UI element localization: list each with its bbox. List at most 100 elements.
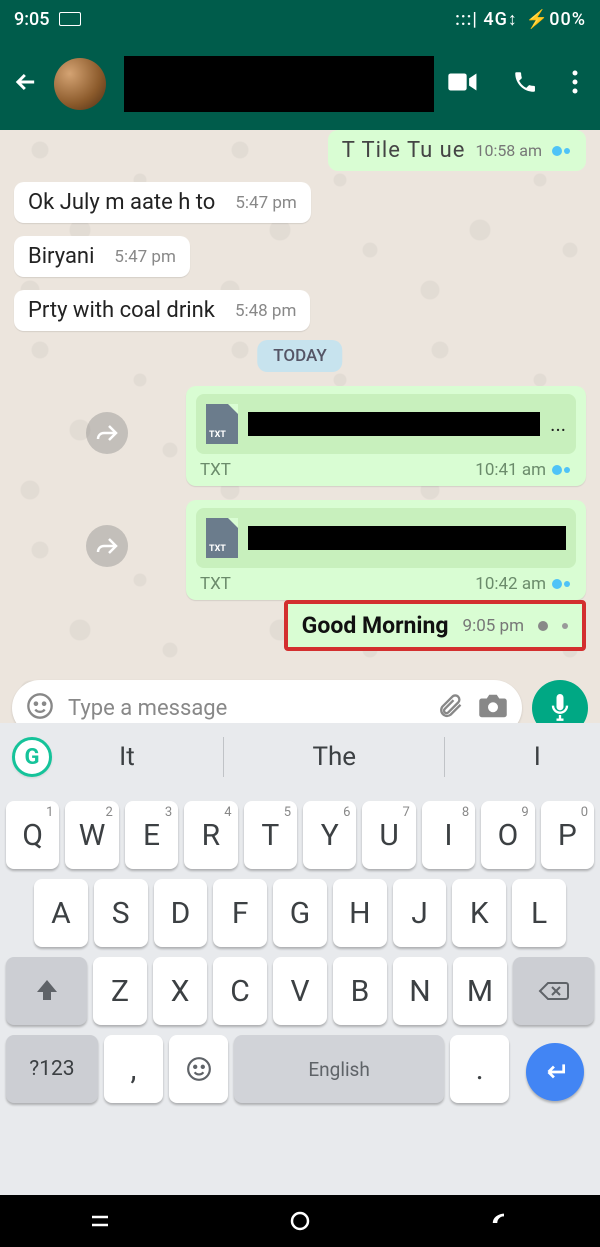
message-time: 5:47 pm bbox=[114, 247, 175, 267]
key-t[interactable]: T5 bbox=[244, 801, 297, 869]
voice-record-button[interactable] bbox=[532, 680, 588, 723]
key-n[interactable]: N bbox=[393, 957, 447, 1025]
message-text: Biryani bbox=[28, 244, 94, 269]
recent-apps-button[interactable] bbox=[86, 1207, 114, 1235]
outgoing-message[interactable]: T Tile Tu ue 10:58 am bbox=[328, 130, 586, 171]
read-receipt-icon bbox=[552, 465, 572, 475]
status-time: 9:05 bbox=[14, 9, 49, 30]
key-i[interactable]: I8 bbox=[422, 801, 475, 869]
separator bbox=[223, 737, 224, 777]
document-name bbox=[248, 412, 540, 436]
separator bbox=[444, 737, 445, 777]
forward-button[interactable] bbox=[86, 525, 128, 567]
key-m[interactable]: M bbox=[453, 957, 507, 1025]
document-message[interactable]: ... TXT 10:41 am bbox=[186, 386, 586, 486]
sent-tick-icon bbox=[538, 621, 548, 631]
video-call-button[interactable] bbox=[448, 71, 478, 97]
key-d[interactable]: D bbox=[154, 879, 208, 947]
key-v[interactable]: V bbox=[273, 957, 327, 1025]
numbers-key[interactable]: ?123 bbox=[6, 1035, 98, 1103]
navigation-bar bbox=[0, 1195, 600, 1247]
voice-call-button[interactable] bbox=[512, 69, 538, 99]
key-c[interactable]: C bbox=[213, 957, 267, 1025]
key-l[interactable]: L bbox=[512, 879, 566, 947]
key-p[interactable]: P0 bbox=[541, 801, 594, 869]
suggestion[interactable]: The bbox=[282, 742, 386, 772]
chat-header bbox=[0, 38, 600, 130]
home-button[interactable] bbox=[286, 1207, 314, 1235]
input-placeholder: Type a message bbox=[68, 696, 422, 721]
highlighted-outgoing-message[interactable]: Good Morning 9:05 pm bbox=[284, 600, 586, 651]
key-row-bottom: ?123 , English . bbox=[0, 1025, 600, 1113]
key-row-3: ZXCVBNM bbox=[0, 947, 600, 1025]
contact-name[interactable] bbox=[124, 56, 434, 112]
message-time: 9:05 pm bbox=[463, 616, 524, 636]
document-name bbox=[248, 526, 566, 550]
document-ellipsis: ... bbox=[550, 412, 566, 436]
key-y[interactable]: Y6 bbox=[303, 801, 356, 869]
document-message[interactable]: TXT 10:42 am bbox=[186, 500, 586, 600]
date-separator: TODAY bbox=[257, 340, 342, 372]
message-text: Ok July m aate h to bbox=[28, 190, 215, 215]
status-network: :::| 4G↕ bbox=[455, 9, 518, 30]
key-e[interactable]: E3 bbox=[125, 801, 178, 869]
key-z[interactable]: Z bbox=[93, 957, 147, 1025]
message-time: 10:58 am bbox=[475, 141, 542, 160]
message-time: 10:42 am bbox=[475, 574, 546, 594]
back-button[interactable] bbox=[12, 68, 40, 100]
chat-area[interactable]: T Tile Tu ue 10:58 am Ok July m aate h t… bbox=[0, 130, 600, 723]
txt-file-icon bbox=[206, 518, 238, 558]
incoming-message[interactable]: Ok July m aate h to 5:47 pm bbox=[14, 182, 311, 223]
emoji-button[interactable] bbox=[26, 692, 54, 723]
more-options-button[interactable] bbox=[572, 70, 578, 98]
enter-key[interactable] bbox=[526, 1043, 584, 1101]
attach-button[interactable] bbox=[436, 692, 464, 723]
comma-key[interactable]: , bbox=[104, 1035, 163, 1103]
message-input-bar: Type a message bbox=[12, 680, 588, 723]
key-o[interactable]: O9 bbox=[481, 801, 534, 869]
message-time: 5:47 pm bbox=[235, 193, 296, 213]
key-row-1: Q1W2E3R4T5Y6U7I8O9P0 bbox=[0, 791, 600, 869]
key-j[interactable]: J bbox=[393, 879, 447, 947]
txt-file-icon bbox=[206, 404, 238, 444]
key-b[interactable]: B bbox=[333, 957, 387, 1025]
key-g[interactable]: G bbox=[273, 879, 327, 947]
space-key[interactable]: English bbox=[234, 1035, 444, 1103]
message-input[interactable]: Type a message bbox=[12, 680, 522, 723]
document-type: TXT bbox=[200, 460, 231, 480]
key-row-2: ASDFGHJKL bbox=[0, 869, 600, 947]
message-time: 10:41 am bbox=[475, 460, 546, 480]
backspace-key[interactable] bbox=[513, 957, 594, 1025]
key-a[interactable]: A bbox=[34, 879, 88, 947]
message-text: Prty with coal drink bbox=[28, 298, 215, 323]
contact-avatar[interactable] bbox=[54, 58, 106, 110]
period-key[interactable]: . bbox=[450, 1035, 509, 1103]
key-q[interactable]: Q1 bbox=[6, 801, 59, 869]
incoming-message[interactable]: Prty with coal drink 5:48 pm bbox=[14, 290, 310, 331]
key-u[interactable]: U7 bbox=[362, 801, 415, 869]
sent-tick-icon bbox=[562, 623, 568, 629]
key-r[interactable]: R4 bbox=[184, 801, 237, 869]
message-text: T Tile Tu ue bbox=[342, 138, 466, 163]
emoji-key[interactable] bbox=[169, 1035, 228, 1103]
key-s[interactable]: S bbox=[94, 879, 148, 947]
grammarly-icon[interactable]: G bbox=[12, 737, 52, 777]
camera-button[interactable] bbox=[478, 693, 508, 723]
forward-button[interactable] bbox=[86, 412, 128, 454]
suggestion[interactable]: It bbox=[89, 742, 165, 772]
key-w[interactable]: W2 bbox=[65, 801, 118, 869]
key-k[interactable]: K bbox=[452, 879, 506, 947]
key-h[interactable]: H bbox=[333, 879, 387, 947]
suggestion[interactable]: I bbox=[504, 742, 571, 772]
read-receipt-icon bbox=[552, 579, 572, 589]
key-f[interactable]: F bbox=[213, 879, 267, 947]
read-receipt-icon bbox=[552, 146, 572, 156]
incoming-message[interactable]: Biryani 5:47 pm bbox=[14, 236, 190, 277]
message-time: 5:48 pm bbox=[235, 301, 296, 321]
keyboard: G It The I Q1W2E3R4T5Y6U7I8O9P0 ASDFGHJK… bbox=[0, 723, 600, 1195]
key-x[interactable]: X bbox=[153, 957, 207, 1025]
back-nav-button[interactable] bbox=[486, 1207, 514, 1235]
document-type: TXT bbox=[200, 574, 231, 594]
shift-key[interactable] bbox=[6, 957, 87, 1025]
status-battery: ⚡00% bbox=[526, 9, 586, 30]
